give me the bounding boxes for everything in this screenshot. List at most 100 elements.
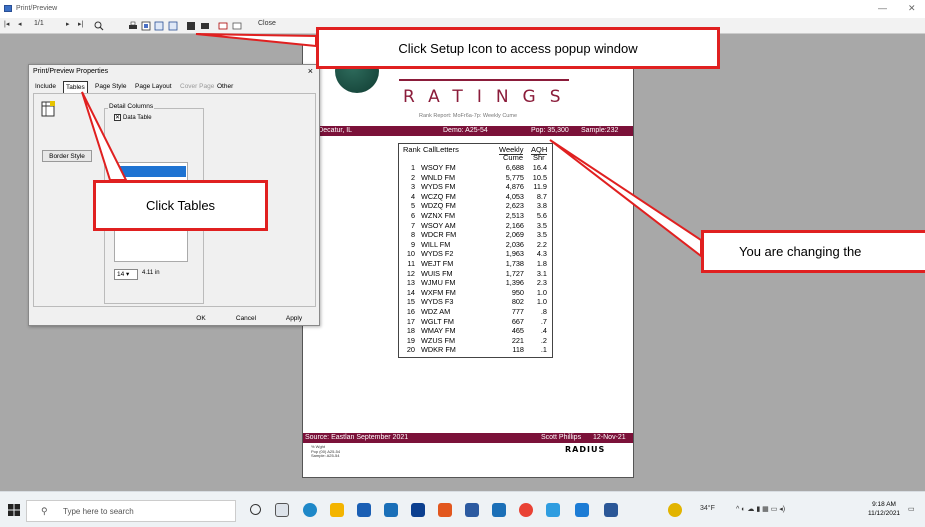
rank-cell: 15 (406, 297, 415, 307)
rank-cell: 4 (410, 191, 415, 201)
rank-cell: 20 (406, 345, 415, 355)
last-page-button[interactable]: ▸| (78, 20, 83, 28)
author-label: Scott Phillips (541, 434, 582, 441)
page-setup-icon[interactable] (154, 21, 164, 31)
data-table-checkbox[interactable]: ✕ Data Table (114, 114, 152, 121)
rank-cell: 9 (410, 239, 415, 249)
cortana-icon[interactable] (250, 504, 261, 515)
close-preview-button[interactable]: Close (258, 20, 276, 27)
tab-page-style[interactable]: Page Style (93, 81, 128, 93)
dialog-title: Print/Preview Properties (33, 68, 109, 75)
logo-divider (399, 79, 569, 81)
table-icon (41, 101, 55, 117)
system-clock[interactable]: 9:18 AM 11/12/2021 (868, 500, 900, 518)
tab-include[interactable]: Include (33, 81, 58, 93)
table-row: 15 WYDS F3 802 1.0 (399, 298, 554, 307)
office-icon[interactable] (438, 503, 452, 517)
ok-button[interactable]: OK (189, 313, 213, 324)
table-row: 9 WILL FM 2,036 2.2 (399, 239, 554, 250)
report-subtitle: Rank Report: MoFr6a-7p: Weekly Cume (418, 113, 518, 119)
printer-icon[interactable] (128, 21, 138, 31)
search-placeholder: Type here to search (63, 507, 134, 516)
callletters-cell: WILL FM (421, 239, 451, 249)
edge-icon[interactable] (303, 503, 317, 517)
detail-columns-legend: Detail Columns (108, 103, 155, 110)
selected-list-item[interactable] (116, 166, 186, 177)
table-row: 2 WNLD FM 5,775 10.5 (399, 172, 554, 183)
dropbox-icon[interactable] (465, 503, 479, 517)
cume-cell: 6,688 (505, 163, 524, 172)
callletters-cell: WNLD FM (421, 172, 456, 182)
tab-other[interactable]: Other (215, 81, 235, 93)
callout-changing: You are changing the (701, 230, 925, 273)
cume-cell: 2,036 (505, 239, 524, 249)
aqh-cell: 5.6 (536, 211, 547, 220)
radius-logo: RADIUS (565, 445, 606, 454)
apply-button[interactable]: Apply (277, 313, 311, 324)
window-titlebar: Print/Preview — ✕ (0, 0, 925, 18)
rank-cell: 7 (410, 220, 415, 230)
search-icon: ⚲ (41, 506, 48, 516)
rank-cell: 11 (407, 259, 415, 268)
source-label: Source: Eastlan September 2021 (305, 434, 409, 441)
outlook-icon[interactable] (575, 503, 589, 517)
chrome-icon[interactable] (519, 503, 533, 517)
callletters-cell: WCZQ FM (421, 191, 456, 201)
table-row: 18 WMAY FM 465 .4 (399, 327, 554, 336)
aqh-cell: 3.8 (536, 201, 547, 211)
save-icon[interactable] (186, 21, 196, 31)
border-style-button[interactable]: Border Style (42, 150, 92, 162)
first-page-button[interactable]: |◂ (4, 20, 9, 28)
table-row: 5 WDZQ FM 2,623 3.8 (399, 202, 554, 211)
header-shr: Shr (533, 153, 545, 162)
aqh-cell: 2.2 (536, 239, 547, 249)
task-view-icon[interactable] (275, 503, 289, 517)
rank-cell: 2 (410, 172, 415, 182)
file-explorer-icon[interactable] (330, 503, 344, 517)
tray-app-icon[interactable] (668, 503, 682, 517)
font-size-select[interactable]: 14 ▾ (114, 269, 138, 280)
callletters-cell: WSOY AM (421, 220, 456, 230)
tray-icons[interactable]: ^ ◐ ☁ ▮ ▦ ▭ ◂) (736, 505, 785, 513)
prev-page-button[interactable]: ◂ (18, 20, 22, 28)
cancel-button[interactable]: Cancel (229, 313, 263, 324)
table-row: 4 WCZQ FM 4,053 8.7 (399, 191, 554, 202)
aqh-cell: 3.1 (536, 268, 547, 278)
cume-cell: 4,053 (505, 191, 524, 201)
export-icon[interactable] (200, 21, 210, 31)
checkbox-label: Data Table (123, 114, 152, 121)
network-app-icon[interactable] (546, 503, 560, 517)
app-a-icon[interactable] (411, 503, 425, 517)
cume-cell: 802 (511, 297, 524, 307)
next-page-button[interactable]: ▸ (66, 20, 70, 28)
weather-temp[interactable]: 34°F (700, 505, 715, 512)
store-icon[interactable] (357, 503, 371, 517)
minimize-button[interactable]: — (878, 3, 887, 13)
mail-icon[interactable] (384, 503, 398, 517)
setup-icon[interactable] (141, 21, 151, 31)
windows-start-icon[interactable] (8, 504, 20, 516)
cume-cell: 1,963 (505, 249, 524, 259)
notification-icon[interactable]: ▭ (908, 505, 915, 513)
teams-icon[interactable] (492, 503, 506, 517)
rank-cell: 6 (410, 211, 415, 220)
aqh-cell: 8.7 (536, 191, 547, 201)
magnifier-icon[interactable] (94, 21, 104, 31)
header-callletters: CallLetters (423, 145, 459, 154)
table-row: 10 WYDS F2 1,963 4.3 (399, 250, 554, 259)
taskbar-search[interactable]: ⚲ Type here to search (26, 500, 236, 522)
dialog-close-button[interactable]: × (308, 66, 313, 76)
footer-stats: % Wght Pop (00) A25-54 Sample: A25-54 (311, 444, 340, 459)
source-bar: Source: Eastlan September 2021 Scott Phi… (303, 433, 633, 443)
cume-cell: 667 (511, 316, 524, 326)
pdf-icon[interactable] (232, 21, 242, 31)
tab-tables[interactable]: Tables (63, 81, 88, 93)
word-icon[interactable] (604, 503, 618, 517)
layout-icon[interactable] (168, 21, 178, 31)
width-measure: 4.11 in (142, 270, 160, 276)
close-window-button[interactable]: ✕ (908, 3, 916, 14)
tab-page-layout[interactable]: Page Layout (133, 81, 174, 93)
aqh-cell: 2.3 (536, 278, 547, 288)
checkbox-box[interactable]: ✕ (114, 114, 121, 121)
mail-icon[interactable] (218, 21, 228, 31)
